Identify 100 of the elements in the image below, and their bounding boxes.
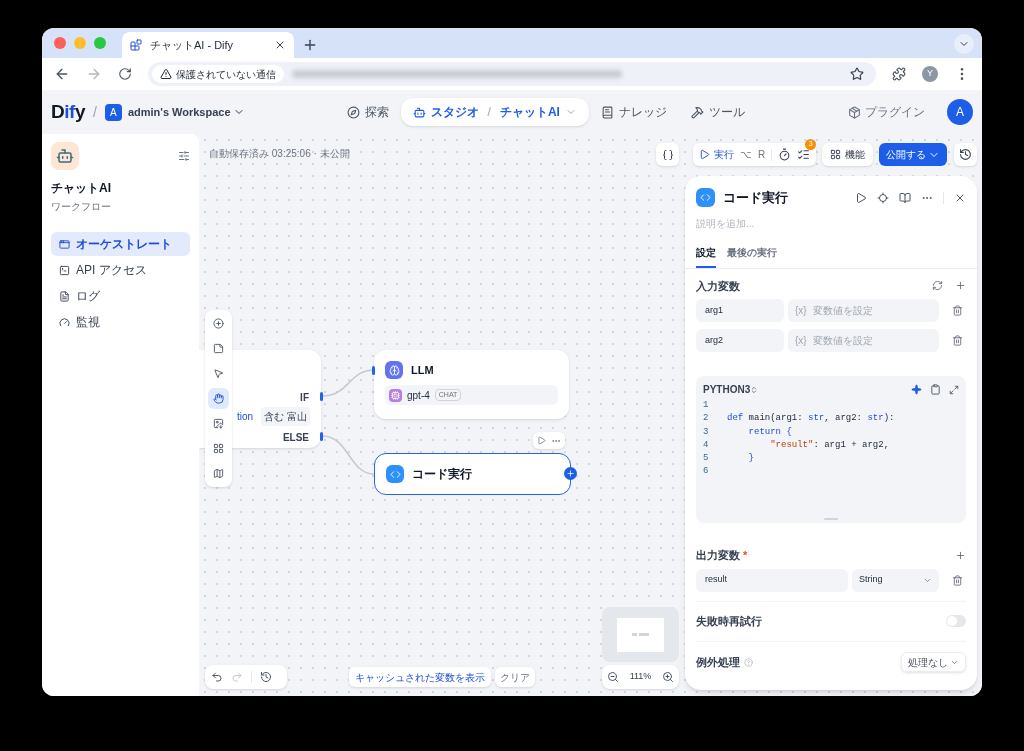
extensions-icon[interactable] [892,67,906,81]
help-icon [744,657,753,667]
nav-tab[interactable]: ツール [678,98,757,126]
code-line: def main(arg1: str, arg2: str): [727,412,895,426]
map-icon [213,468,224,479]
code-node[interactable]: コード実行 [374,453,571,495]
close-icon[interactable] [274,39,286,51]
type-select[interactable]: String [852,568,939,592]
node-title: コード実行 [412,466,472,483]
favicon-icon [130,39,142,51]
refresh-icon[interactable] [932,280,943,292]
section-label: 入力変数 [696,278,740,294]
logo[interactable]: Dify [51,97,85,127]
breadcrumb-separator: / [93,102,97,122]
note-icon [213,343,224,354]
sidebar-item[interactable]: 監視 [51,310,190,334]
tab-title: チャットAI - Dify [150,37,235,53]
book-icon [600,105,614,119]
image-icon [213,418,224,429]
user-avatar[interactable]: A [947,99,973,125]
robot-icon [412,105,426,119]
expand-icon[interactable] [949,384,959,395]
sliders-icon[interactable] [178,150,190,162]
sidebar-item[interactable]: オーケストレート [51,232,190,256]
variable-name-field[interactable]: arg1 [696,299,784,322]
trash-icon[interactable] [952,335,963,346]
app-name: チャットAI [51,180,112,197]
back-icon[interactable] [54,66,70,82]
nav-tab[interactable]: ナレッジ [588,98,679,126]
browser-tab[interactable]: チャットAI - Dify [122,32,294,58]
code-editor[interactable]: PYTHON3 1 2 def main(arg1: str, arg2: str): 3 return { 4 "result": arg1 + arg2, 5 } 6 [696,376,966,523]
port-handle[interactable] [320,432,323,441]
section-label: 出力変数 * [696,548,748,563]
error-handling-label: 例外処理 [696,654,740,670]
language-selector[interactable]: PYTHON3 [703,382,759,397]
panel-tab[interactable]: 設定 [696,244,716,268]
add-icon[interactable] [955,549,966,561]
terminal-icon [59,264,70,276]
warning-icon [160,68,172,80]
publish-button[interactable]: 公開する [879,143,948,166]
code-line: "result": arg1 + arg2, [769,438,890,452]
retry-toggle[interactable] [946,614,966,627]
checklist-icon[interactable] [797,148,811,161]
panel-tab[interactable]: 最後の実行 [727,244,777,268]
new-tab-icon[interactable] [302,37,318,53]
nav-tab[interactable]: スタジオ / チャットAI [400,98,589,126]
add-icon[interactable] [955,280,966,292]
workspace-switcher[interactable]: admin's Workspace [127,103,245,121]
document-icon [59,290,70,302]
else-label: ELSE [282,431,309,445]
brain-icon [385,361,403,379]
up-down-icon [750,385,759,394]
autosave-status: 自動保存済み 03:25:06 · 未公開 [209,147,350,161]
port-handle[interactable] [372,366,375,375]
history-button[interactable] [954,143,978,166]
nav-tab[interactable]: 探索 [334,98,401,126]
app-icon [51,142,79,170]
connector-line [321,435,375,475]
code-line: return { [747,425,792,439]
show-cache-button[interactable]: キャッシュされた変数を表示 [349,667,491,687]
undo-icon[interactable] [211,671,223,683]
hammer-icon [690,105,704,119]
resize-handle[interactable] [824,518,838,520]
model-icon [389,388,402,402]
if-label: IF [300,391,309,405]
trash-icon[interactable] [952,574,963,586]
sidebar-item[interactable]: API アクセス [51,258,190,282]
zoom-out-icon[interactable] [607,671,619,683]
condition-text: 含む 富山 [261,407,310,426]
play-icon[interactable] [855,191,867,204]
features-button[interactable]: 機能 [822,143,874,166]
line-number: 2 [703,412,710,426]
clipboard-icon[interactable] [930,384,941,395]
timer-icon[interactable] [778,148,792,161]
book-icon[interactable] [899,191,911,204]
plugins-button[interactable]: プラグイン [848,103,925,121]
sidebar-item[interactable]: ログ [51,284,190,308]
port-handle[interactable] [320,392,323,401]
address-field[interactable]: 保護されていない通信 [148,62,876,86]
add-node-icon [213,318,224,329]
env-button[interactable] [656,143,679,166]
hand-icon [213,393,224,404]
security-chip[interactable]: 保護されていない通信 [152,65,284,83]
error-handling-select[interactable]: 処理なし [901,652,966,672]
bookmark-star-icon[interactable] [850,67,864,81]
variable-name-field[interactable]: arg2 [696,329,784,352]
locate-icon[interactable] [877,191,889,204]
output-name-field[interactable]: result [696,568,848,592]
reload-icon[interactable] [118,67,132,81]
line-number: 5 [703,452,710,466]
tool-button[interactable] [208,388,229,409]
zoom-in-icon[interactable] [662,671,674,683]
sparkle-icon[interactable] [911,384,922,395]
clear-button[interactable]: クリア [495,667,535,687]
history-icon[interactable] [260,671,272,683]
code-line: } [747,452,754,466]
description-field[interactable]: 説明を追加... [696,215,966,231]
line-number: 4 [703,438,710,452]
trash-icon[interactable] [952,305,963,316]
zoom-level[interactable]: 111% [629,670,652,684]
